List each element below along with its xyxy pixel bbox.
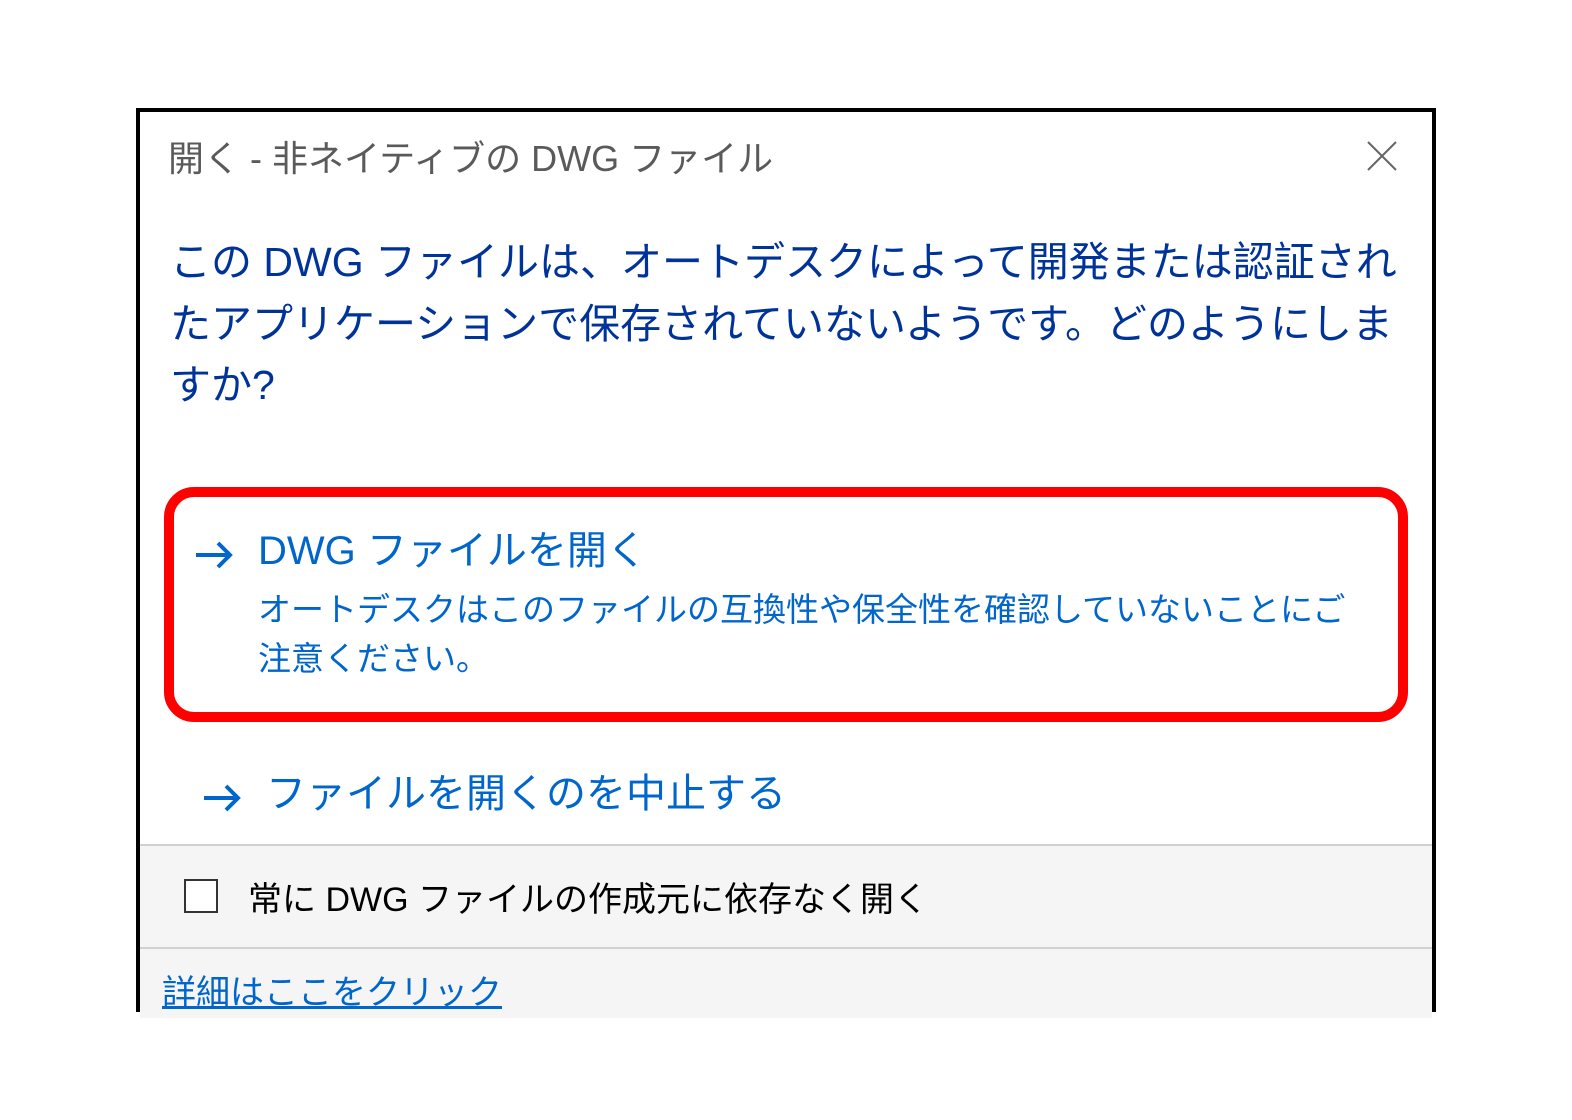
arrow-right-icon [198, 774, 246, 822]
option-open-description: オートデスクはこのファイルの互換性や保全性を確認していないことにご注意ください。 [258, 585, 1372, 684]
option-cancel-title: ファイルを開くのを中止する [266, 768, 1372, 820]
details-link[interactable]: 詳細はここをクリック [162, 974, 502, 1012]
dialog-title: 開く - 非ネイティブの DWG ファイル [168, 130, 773, 182]
close-icon [1364, 138, 1400, 174]
always-open-checkbox[interactable] [184, 879, 218, 913]
dialog-message: この DWG ファイルは、オートデスクによって開発または認証されたアプリケーショ… [170, 232, 1402, 417]
dialog-titlebar: 開く - 非ネイティブの DWG ファイル [140, 112, 1432, 192]
details-link-row: 詳細はここをクリック [140, 947, 1432, 1018]
dialog-footer: 常に DWG ファイルの作成元に依存なく開く 詳細はここをクリック [140, 844, 1432, 1018]
always-open-row: 常に DWG ファイルの作成元に依存なく開く [140, 844, 1432, 947]
arrow-right-icon [190, 531, 238, 579]
option-open-title: DWG ファイルを開く [258, 525, 1372, 577]
close-button[interactable] [1360, 134, 1404, 178]
option-cancel-open[interactable]: ファイルを開くのを中止する [170, 746, 1402, 844]
option-open-dwg[interactable]: DWG ファイルを開く オートデスクはこのファイルの互換性や保全性を確認していな… [164, 487, 1408, 722]
option-text-block: ファイルを開くのを中止する [266, 768, 1372, 820]
non-native-dwg-dialog: 開く - 非ネイティブの DWG ファイル この DWG ファイルは、オートデス… [136, 108, 1436, 1012]
option-text-block: DWG ファイルを開く オートデスクはこのファイルの互換性や保全性を確認していな… [258, 525, 1372, 684]
dialog-content: この DWG ファイルは、オートデスクによって開発または認証されたアプリケーショ… [140, 192, 1432, 844]
always-open-label: 常に DWG ファイルの作成元に依存なく開く [248, 872, 928, 921]
